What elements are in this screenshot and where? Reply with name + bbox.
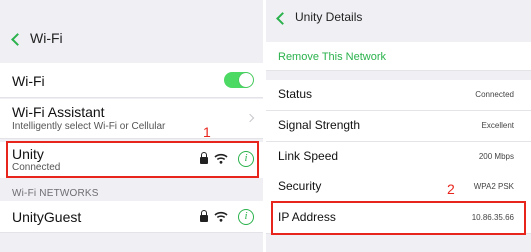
remove-network-row[interactable]: Remove This Network [266, 42, 531, 71]
info-icon[interactable]: i [238, 209, 254, 225]
wifi-nav-bar: Wi-Fi [0, 0, 263, 62]
wifi-assistant-row[interactable]: Wi-Fi Assistant Intelligently select Wi-… [0, 99, 263, 139]
wifi-assistant-subtitle: Intelligently select Wi-Fi or Cellular [12, 121, 166, 132]
toggle-knob [239, 73, 253, 87]
lock-icon [200, 152, 208, 164]
network-row[interactable]: UnityGuest i [0, 201, 263, 233]
wifi-toggle-row: Wi-Fi [0, 63, 263, 98]
detail-value: 200 Mbps [478, 152, 514, 161]
page-title: Wi-Fi [30, 30, 63, 46]
detail-label: Link Speed [278, 149, 339, 163]
detail-value: 10.86.35.66 [471, 213, 514, 222]
callout-number: 1 [203, 124, 211, 140]
network-name: Unity [12, 146, 44, 162]
detail-row-link-speed: Link Speed 200 Mbps [266, 142, 531, 173]
page-title: Unity Details [295, 10, 363, 24]
chevron-right-icon [245, 113, 255, 123]
details-nav-bar: Unity Details [266, 0, 531, 40]
back-chevron-icon[interactable] [276, 12, 289, 25]
callout-number: 2 [447, 181, 455, 197]
lock-icon [200, 210, 208, 222]
back-chevron-icon[interactable] [11, 33, 24, 46]
wifi-screen: Wi-Fi Wi-Fi Wi-Fi Assistant Intelligentl… [0, 0, 263, 252]
wifi-assistant-label: Wi-Fi Assistant [12, 104, 105, 120]
detail-value: WPA2 PSK [473, 182, 514, 191]
detail-row-security: Security WPA2 PSK [266, 172, 531, 203]
remove-network-button[interactable]: Remove This Network [278, 51, 386, 63]
detail-label: Status [278, 87, 313, 101]
info-icon[interactable]: i [238, 151, 254, 167]
detail-row-status: Status Connected [266, 80, 531, 111]
wifi-toggle-label: Wi-Fi [12, 73, 45, 89]
network-status: Connected [12, 162, 61, 173]
wifi-toggle-switch[interactable] [224, 72, 254, 88]
detail-label: Signal Strength [278, 118, 361, 132]
detail-label: IP Address [278, 210, 336, 224]
detail-label: Security [278, 179, 322, 193]
network-name: UnityGuest [12, 209, 82, 225]
wifi-icon [214, 211, 228, 222]
screenshot: Wi-Fi Wi-Fi Wi-Fi Assistant Intelligentl… [0, 0, 531, 252]
detail-value: Connected [475, 90, 514, 99]
section-header: Wi-Fi NETWORKS [12, 188, 99, 199]
detail-row-signal-strength: Signal Strength Excellent [266, 111, 531, 142]
detail-row-ip-address: IP Address 10.86.35.66 [266, 202, 531, 234]
detail-value: Excellent [481, 121, 514, 130]
connected-network-row[interactable]: Unity Connected i [0, 142, 263, 178]
network-details-screen: Unity Details Remove This Network Status… [266, 0, 531, 252]
wifi-icon [214, 153, 228, 164]
